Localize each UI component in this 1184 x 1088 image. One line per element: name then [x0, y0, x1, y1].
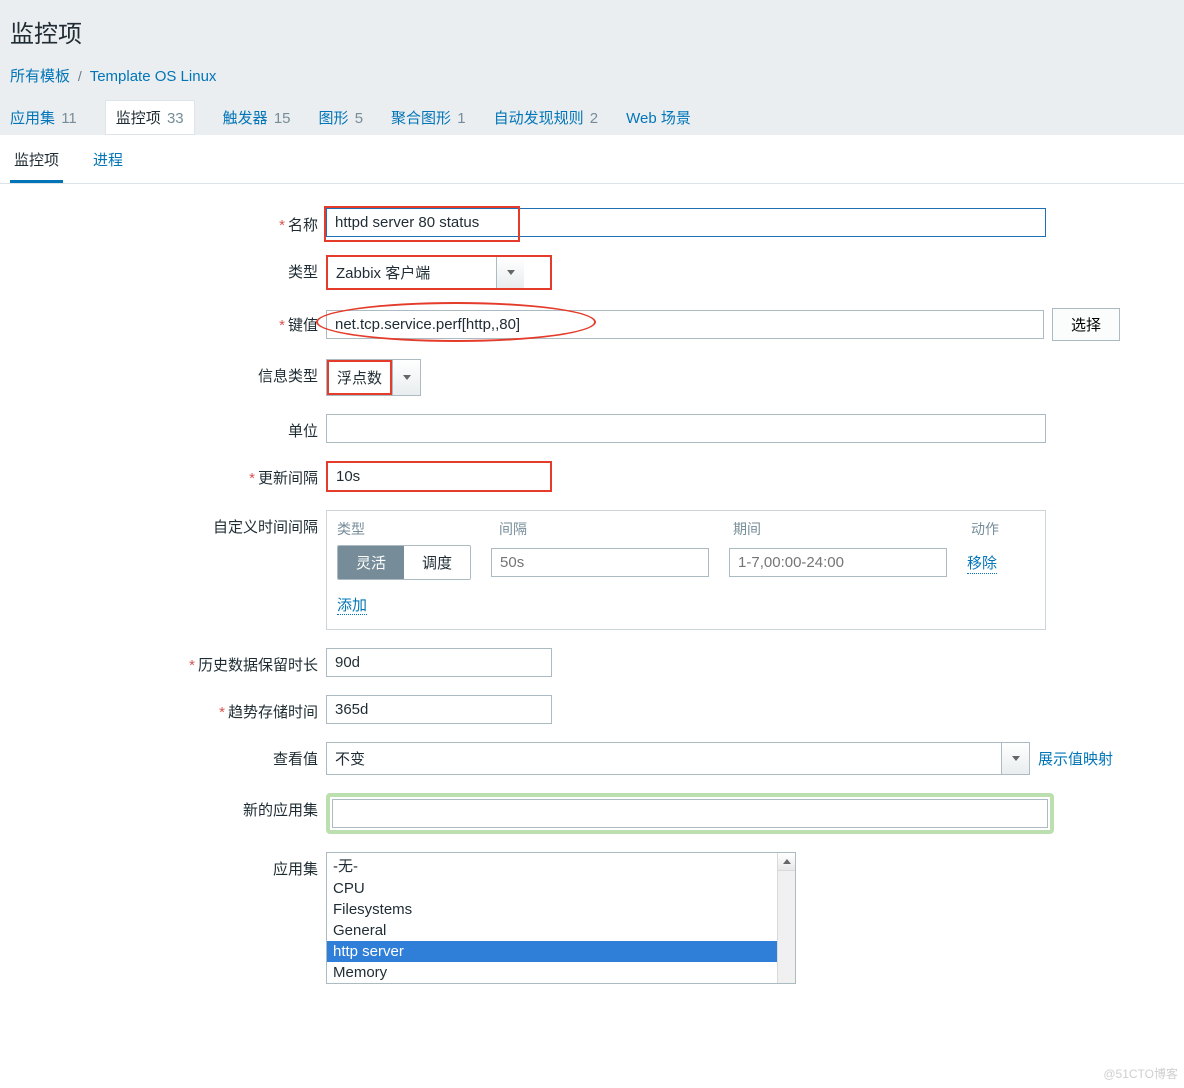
ci-remove-link[interactable]: 移除 [967, 552, 997, 574]
breadcrumb-template-name[interactable]: Template OS Linux [90, 68, 217, 85]
tabs: 监控项 进程 [0, 139, 1184, 184]
label-type: 类型 [288, 264, 318, 281]
interval-type-toggle: 灵活 调度 [337, 545, 471, 580]
breadcrumb-separator: / [78, 68, 82, 84]
label-custom-interval: 自定义时间间隔 [213, 519, 318, 536]
ci-header-interval: 间隔 [499, 519, 733, 539]
history-input[interactable] [326, 648, 552, 677]
ci-add-link[interactable]: 添加 [337, 597, 367, 615]
toggle-flexible[interactable]: 灵活 [338, 546, 404, 579]
label-trends: 趋势存储时间 [228, 704, 318, 721]
watermark: @51CTO博客 [1103, 1065, 1178, 1082]
show-value-map-link[interactable]: 展示值映射 [1038, 748, 1113, 769]
new-app-input[interactable] [332, 799, 1048, 828]
select-key-button[interactable]: 选择 [1052, 308, 1120, 341]
label-info-type: 信息类型 [258, 368, 318, 385]
list-item[interactable]: http server [327, 941, 795, 962]
chevron-down-icon[interactable] [1001, 743, 1029, 774]
list-item[interactable]: Filesystems [327, 899, 795, 920]
toggle-scheduling[interactable]: 调度 [404, 546, 470, 579]
label-new-app: 新的应用集 [243, 802, 318, 819]
nav-applications[interactable]: 应用集 11 [10, 107, 77, 128]
nav-graphs[interactable]: 图形 5 [319, 107, 364, 128]
chevron-down-icon[interactable] [392, 360, 420, 395]
trends-input[interactable] [326, 695, 552, 724]
nav-web[interactable]: Web 场景 [626, 107, 691, 128]
key-input[interactable] [326, 310, 1044, 339]
list-item[interactable]: Memory [327, 962, 795, 983]
breadcrumb-all-templates[interactable]: 所有模板 [10, 68, 70, 85]
secondary-nav: 应用集 11 监控项 33 触发器 15 图形 5 聚合图形 1 自动发现规则 … [10, 100, 1174, 135]
applications-list[interactable]: -无-CPUFilesystemsGeneralhttp serverMemor… [326, 852, 796, 984]
ci-period-input[interactable] [729, 548, 947, 577]
list-item[interactable]: General [327, 920, 795, 941]
tab-process[interactable]: 进程 [89, 139, 127, 183]
list-item[interactable]: CPU [327, 878, 795, 899]
ci-header-type: 类型 [337, 519, 499, 539]
custom-interval-box: 类型 间隔 期间 动作 灵活 调度 移除 添加 [326, 510, 1046, 630]
chevron-down-icon[interactable] [496, 257, 524, 288]
info-type-select[interactable]: 浮点数 [326, 359, 421, 396]
label-apps: 应用集 [273, 861, 318, 878]
highlight-new-app [326, 793, 1054, 834]
breadcrumb: 所有模板 / Template OS Linux [10, 65, 1174, 100]
update-interval-input[interactable] [326, 461, 552, 492]
label-history: 历史数据保留时长 [198, 657, 318, 674]
label-show-value: 查看值 [273, 751, 318, 768]
nav-triggers[interactable]: 触发器 15 [223, 107, 291, 128]
label-name: 名称 [288, 217, 318, 234]
show-value-select[interactable]: 不变 [326, 742, 1030, 775]
ci-interval-input[interactable] [491, 548, 709, 577]
nav-screens[interactable]: 聚合图形 1 [391, 107, 466, 128]
label-update-interval: 更新间隔 [258, 470, 318, 487]
ci-header-action: 动作 [971, 519, 1035, 539]
ci-header-period: 期间 [733, 519, 971, 539]
item-form: *名称 类型 Zabbix 客户端 *键值 选择 信息类型 浮点数 [0, 184, 1184, 1026]
units-input[interactable] [326, 414, 1046, 443]
nav-items[interactable]: 监控项 33 [105, 100, 195, 135]
page-title: 监控项 [10, 14, 1174, 49]
scroll-up-icon[interactable] [778, 853, 795, 871]
label-key: 键值 [288, 317, 318, 334]
type-select[interactable]: Zabbix 客户端 [326, 255, 552, 290]
name-input[interactable] [326, 208, 1046, 237]
scrollbar[interactable] [777, 853, 795, 983]
tab-item[interactable]: 监控项 [10, 139, 63, 183]
label-units: 单位 [288, 423, 318, 440]
list-item[interactable]: -无- [327, 853, 795, 878]
nav-discovery[interactable]: 自动发现规则 2 [494, 107, 599, 128]
